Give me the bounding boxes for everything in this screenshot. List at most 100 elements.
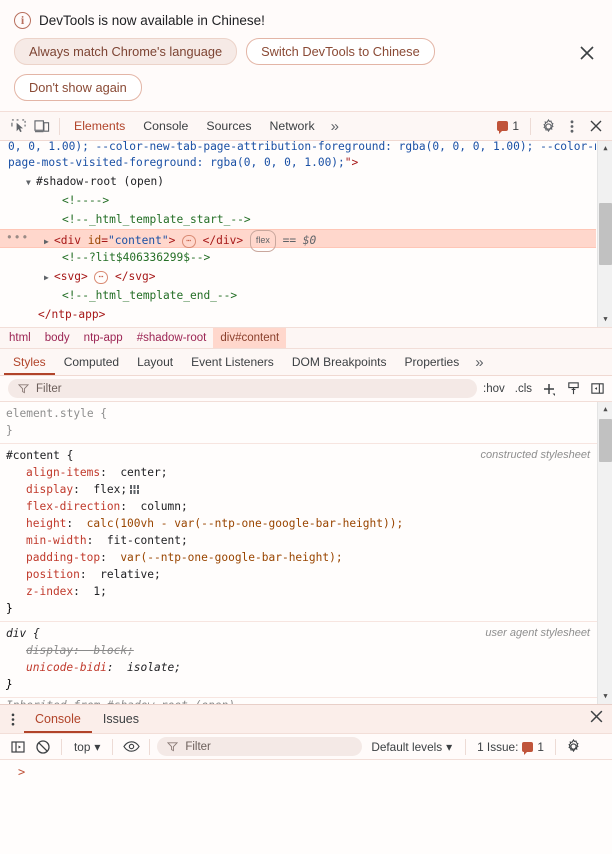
tab-styles[interactable]: Styles: [4, 349, 55, 375]
dom-line-selected-div-content[interactable]: ••• ▶ <div id="content"> ⋯ </div> flex ==…: [0, 228, 596, 252]
dom-line-comment-lit[interactable]: <!--?lit$406336299$-->: [0, 248, 596, 267]
declaration-display[interactable]: display: flex;: [6, 481, 596, 498]
tab-sources[interactable]: Sources: [197, 112, 260, 140]
breadcrumb-item-html[interactable]: html: [2, 328, 38, 348]
console-filter-input[interactable]: Filter: [157, 737, 363, 756]
selector-text[interactable]: #content: [6, 447, 60, 464]
console-sidebar-icon[interactable]: [7, 736, 29, 758]
property-name[interactable]: flex-direction: [26, 500, 120, 513]
property-name[interactable]: display: [26, 483, 73, 496]
tab-dom-breakpoints[interactable]: DOM Breakpoints: [283, 349, 396, 375]
expand-triangle-right-icon[interactable]: ▶: [44, 268, 54, 287]
console-issues-button[interactable]: 1 Issue: 1: [473, 740, 548, 755]
tab-network[interactable]: Network: [261, 112, 324, 140]
selector-text[interactable]: element.style: [6, 405, 94, 422]
drawer-close-icon[interactable]: [589, 709, 604, 729]
property-value[interactable]: fit-content: [107, 534, 181, 547]
declaration-align-items[interactable]: align-items: center;: [6, 464, 596, 481]
rule-origin-label[interactable]: constructed stylesheet: [481, 447, 590, 464]
dom-line-comment-empty[interactable]: <!---->: [0, 191, 596, 210]
close-devtools-icon[interactable]: [584, 114, 608, 138]
property-name[interactable]: align-items: [26, 466, 100, 479]
property-value[interactable]: flex: [93, 483, 120, 496]
property-value[interactable]: block: [93, 644, 127, 657]
property-value[interactable]: isolate: [127, 661, 174, 674]
tab-elements[interactable]: Elements: [65, 112, 134, 140]
property-name[interactable]: unicode-bidi: [26, 661, 107, 674]
property-value[interactable]: var(--ntp-one-google-bar-height);: [120, 551, 342, 564]
dom-line-ntp-app-close[interactable]: </ntp-app>: [0, 305, 596, 324]
plus-new-style-rule-icon[interactable]: [538, 378, 560, 400]
flex-editor-icon[interactable]: [130, 485, 140, 494]
property-name[interactable]: padding-top: [26, 551, 100, 564]
clear-console-icon[interactable]: [32, 736, 54, 758]
property-value[interactable]: column: [141, 500, 181, 513]
switch-devtools-to-chinese-button[interactable]: Switch DevTools to Chinese: [246, 38, 435, 65]
toggle-hover-state-button[interactable]: :hov: [479, 383, 509, 395]
drawer-kebab-menu-icon[interactable]: [2, 708, 24, 730]
scrollbar-thumb[interactable]: [599, 203, 612, 265]
drawer-tab-console[interactable]: Console: [24, 705, 92, 733]
expand-triangle-right-icon[interactable]: ▶: [44, 232, 54, 251]
dom-line-comment-template-end[interactable]: <!--_html_template_end_-->: [0, 286, 596, 305]
declaration-display-struck[interactable]: display: block;: [6, 642, 596, 659]
always-match-chrome-language-button[interactable]: Always match Chrome's language: [14, 38, 238, 65]
more-panels-chevron-icon[interactable]: »: [324, 118, 346, 135]
banner-close-button[interactable]: [576, 42, 598, 64]
tab-computed[interactable]: Computed: [55, 349, 128, 375]
style-rule-element-style[interactable]: element.style { }: [0, 402, 612, 444]
collapsed-children-ellipsis-icon[interactable]: ⋯: [182, 234, 196, 248]
property-value[interactable]: relative: [100, 568, 154, 581]
live-expression-eye-icon[interactable]: [120, 736, 142, 758]
computed-sidebar-toggle-icon[interactable]: [586, 378, 608, 400]
declaration-padding-top[interactable]: padding-top: var(--ntp-one-google-bar-he…: [6, 549, 596, 566]
styles-pane-scrollbar[interactable]: ▲ ▼: [597, 402, 612, 704]
scroll-down-arrow-icon[interactable]: ▼: [598, 689, 612, 704]
dom-line-attr-tail[interactable]: page-most-visited-foreground: rgba(0, 0,…: [0, 153, 596, 172]
tab-event-listeners[interactable]: Event Listeners: [182, 349, 283, 375]
drawer-tab-issues[interactable]: Issues: [92, 705, 150, 733]
node-menu-dots-icon[interactable]: •••: [6, 228, 29, 247]
declaration-min-width[interactable]: min-width: fit-content;: [6, 532, 596, 549]
flex-badge[interactable]: flex: [249, 230, 276, 252]
property-value[interactable]: calc(100vh - var(--ntp-one-google-bar-he…: [87, 517, 404, 530]
console-prompt-caret[interactable]: >: [8, 765, 604, 779]
tab-console[interactable]: Console: [134, 112, 197, 140]
declaration-height[interactable]: height: calc(100vh - var(--ntp-one-googl…: [6, 515, 596, 532]
dom-tree-scrollbar[interactable]: ▲ ▼: [597, 141, 612, 327]
expand-triangle-down-icon[interactable]: ▼: [26, 173, 36, 192]
declaration-z-index[interactable]: z-index: 1;: [6, 583, 596, 600]
selector-text[interactable]: div: [6, 625, 26, 642]
property-name[interactable]: min-width: [26, 534, 87, 547]
property-name[interactable]: display: [26, 644, 73, 657]
property-name[interactable]: z-index: [26, 585, 73, 598]
device-toolbar-icon[interactable]: [30, 114, 54, 138]
toggle-class-editor-button[interactable]: .cls: [511, 383, 536, 395]
declaration-flex-direction[interactable]: flex-direction: column;: [6, 498, 596, 515]
scroll-down-arrow-icon[interactable]: ▼: [598, 312, 612, 327]
property-value[interactable]: center: [120, 466, 160, 479]
scroll-up-arrow-icon[interactable]: ▲: [598, 402, 612, 417]
property-name[interactable]: height: [26, 517, 66, 530]
execution-context-selector[interactable]: top ▾: [69, 740, 105, 754]
dom-line-svg[interactable]: ▶ <svg> ⋯ </svg>: [0, 267, 596, 286]
declaration-unicode-bidi[interactable]: unicode-bidi: isolate;: [6, 659, 596, 676]
breadcrumb-item-shadow-root[interactable]: #shadow-root: [130, 328, 214, 348]
tab-properties[interactable]: Properties: [396, 349, 469, 375]
dom-line-shadow-root[interactable]: ▼ #shadow-root (open): [0, 172, 596, 191]
property-name[interactable]: position: [26, 568, 80, 581]
styles-rules-pane[interactable]: element.style { } constructed stylesheet…: [0, 402, 612, 704]
styles-filter-input[interactable]: Filter: [8, 379, 477, 398]
issues-counter-button[interactable]: 1: [491, 119, 525, 134]
scroll-up-arrow-icon[interactable]: ▲: [598, 141, 612, 156]
dont-show-again-button[interactable]: Don't show again: [14, 74, 142, 101]
style-rule-content[interactable]: constructed stylesheet #content { align-…: [0, 444, 612, 622]
style-rule-div-ua[interactable]: user agent stylesheet div { display: blo…: [0, 622, 612, 698]
inspect-cursor-icon[interactable]: [6, 114, 30, 138]
kebab-menu-icon[interactable]: [560, 114, 584, 138]
more-sidebar-tabs-chevron-icon[interactable]: »: [468, 354, 490, 371]
console-message-area[interactable]: >: [0, 760, 612, 854]
dom-line-comment-template-start[interactable]: <!--_html_template_start_-->: [0, 210, 596, 229]
gear-icon[interactable]: [536, 114, 560, 138]
scrollbar-thumb[interactable]: [599, 419, 612, 462]
